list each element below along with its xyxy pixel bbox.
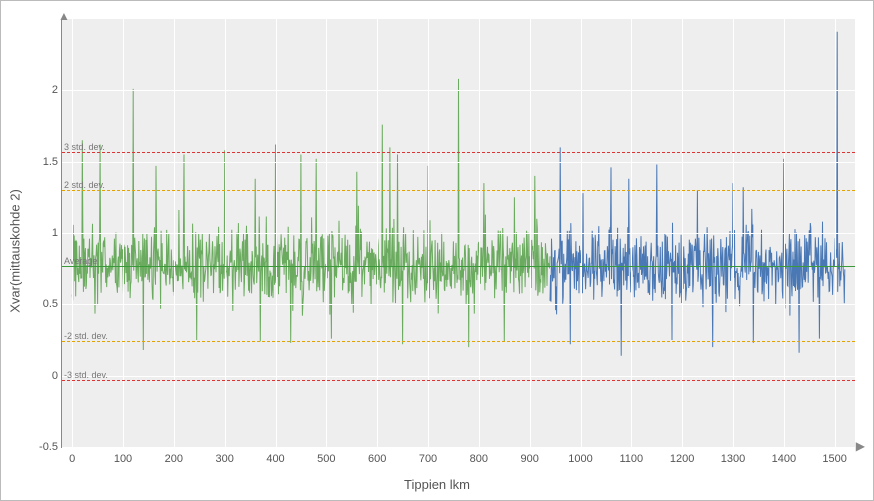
ref-line	[62, 152, 855, 153]
ref-line-label: 3 std. dev.	[64, 142, 105, 152]
ref-line-label: -2 std. dev.	[64, 331, 108, 341]
x-tick: 1100	[620, 453, 644, 465]
x-tick: 700	[419, 453, 437, 465]
axis-arrow-right-icon: ▶	[856, 439, 865, 453]
ref-line	[62, 380, 855, 381]
y-tick: 0	[28, 370, 58, 382]
x-tick: 1400	[772, 453, 796, 465]
plot-area: ▲ ▶ -0.500.511.5201002003004005006007008…	[61, 19, 855, 448]
x-tick: 1000	[568, 453, 592, 465]
y-tick: 0.5	[28, 298, 58, 310]
chart-frame: Xvar(mittauskohde 2) Tippien lkm ▲ ▶ -0.…	[0, 0, 874, 501]
x-tick: 0	[69, 453, 75, 465]
ref-line	[62, 266, 855, 267]
x-tick: 800	[470, 453, 488, 465]
x-axis-label: Tippien lkm	[404, 477, 470, 492]
ref-line-label: 2 std. dev.	[64, 180, 105, 190]
ref-line	[62, 341, 855, 342]
ref-line-label: Average	[64, 256, 97, 266]
series-series-b	[550, 32, 845, 356]
x-tick: 1500	[822, 453, 846, 465]
x-tick: 500	[317, 453, 335, 465]
y-tick: -0.5	[28, 441, 58, 453]
x-tick: 400	[266, 453, 284, 465]
ref-line-label: -3 std. dev.	[64, 370, 108, 380]
x-tick: 1300	[721, 453, 745, 465]
x-tick: 900	[520, 453, 538, 465]
y-tick: 1.5	[28, 156, 58, 168]
x-tick: 300	[215, 453, 233, 465]
y-tick: 2	[28, 84, 58, 96]
y-tick: 1	[28, 227, 58, 239]
x-tick: 600	[368, 453, 386, 465]
y-axis-label: Xvar(mittauskohde 2)	[8, 189, 23, 313]
x-tick: 100	[114, 453, 132, 465]
x-tick: 1200	[670, 453, 694, 465]
x-tick: 200	[165, 453, 183, 465]
ref-line	[62, 190, 855, 191]
